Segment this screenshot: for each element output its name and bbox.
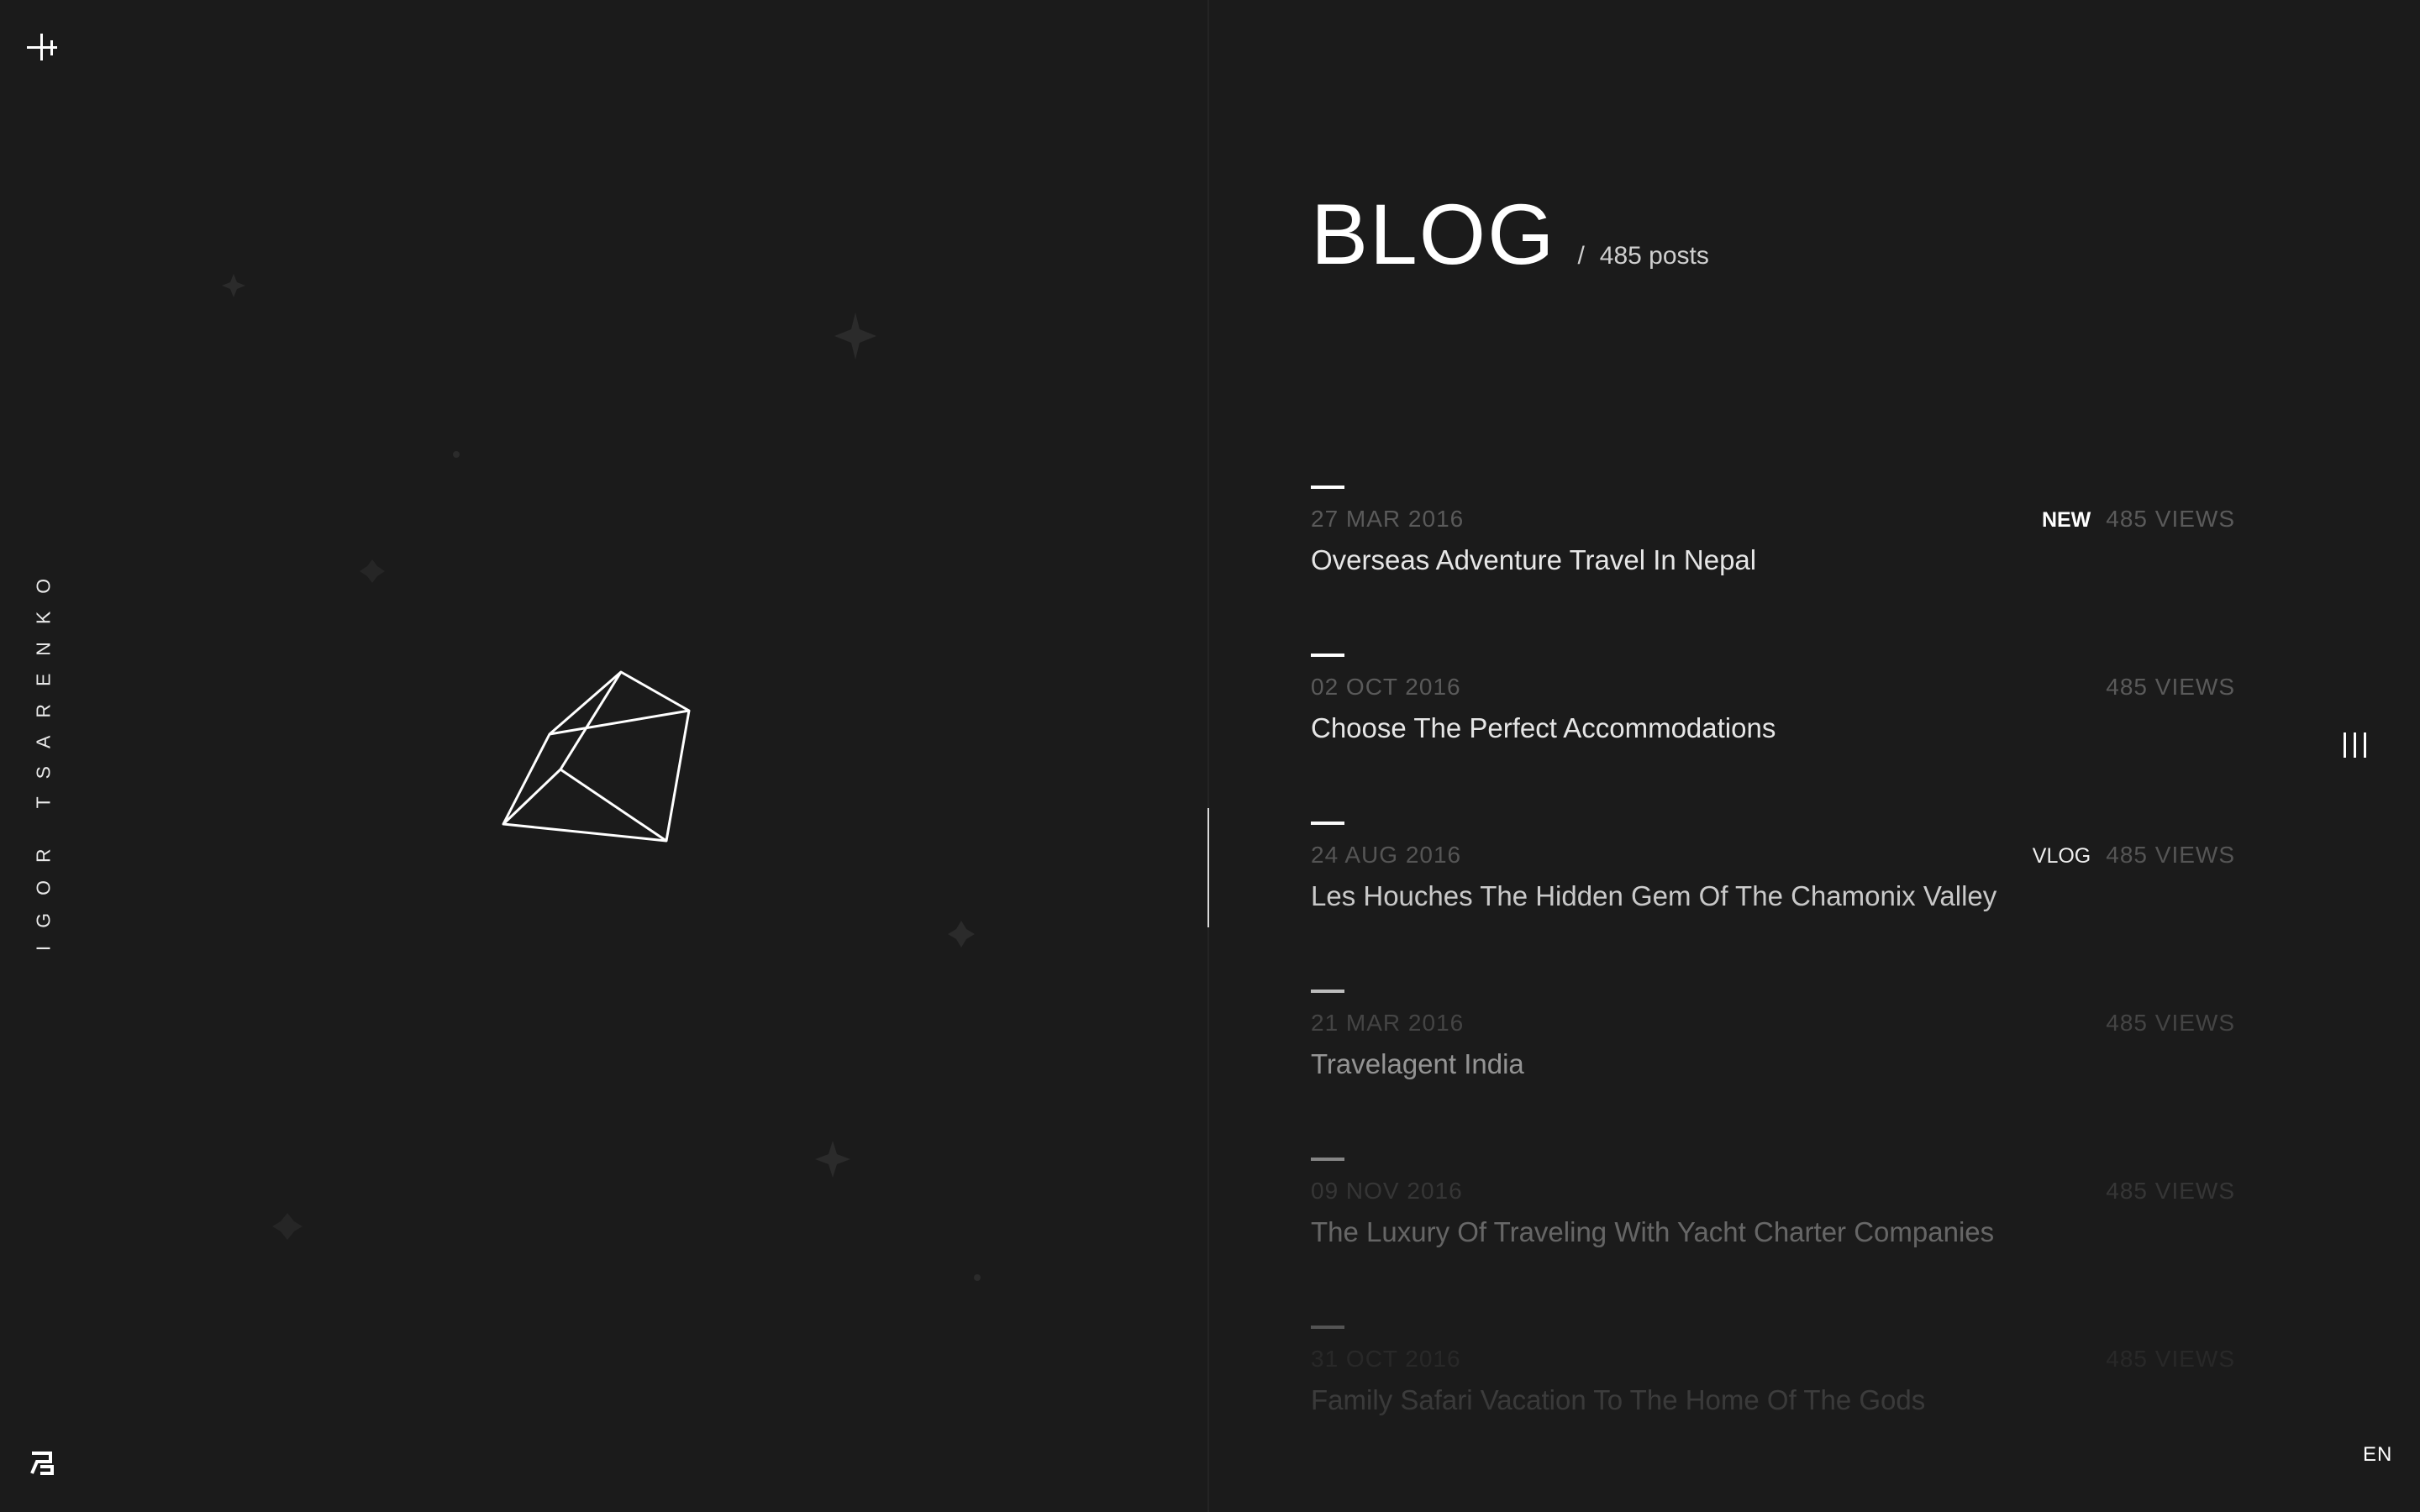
post-item[interactable]: 31 OCT 2016 485 VIEWS Family Safari Vaca… [1311,1326,2235,1494]
post-meta: 485 VIEWS [2106,1346,2235,1373]
post-meta: NEW 485 VIEWS [2042,506,2235,533]
post-dash [1311,1326,1344,1329]
post-item[interactable]: 21 MAR 2016 485 VIEWS Travelagent India [1311,990,2235,1158]
language-switcher[interactable]: EN [2363,1443,2392,1467]
post-views: 485 VIEWS [2106,1010,2235,1036]
title-separator: / [1577,242,1585,270]
post-dash [1311,822,1344,825]
post-item[interactable]: 09 NOV 2016 485 VIEWS The Luxury Of Trav… [1311,1158,2235,1326]
post-item[interactable]: 27 MAR 2016 NEW 485 VIEWS Overseas Adven… [1311,486,2235,654]
post-title-link[interactable]: The Luxury Of Traveling With Yacht Chart… [1311,1216,1994,1248]
post-date: 27 MAR 2016 [1311,506,1465,532]
post-item[interactable]: 02 OCT 2016 485 VIEWS Choose The Perfect… [1311,654,2235,822]
page-title: BLOG [1311,186,1556,282]
post-date: 02 OCT 2016 [1311,674,1461,700]
post-title-link[interactable]: Les Houches The Hidden Gem Of The Chamon… [1311,880,1996,912]
post-date: 31 OCT 2016 [1311,1346,1461,1372]
plus-icon[interactable] [25,30,59,64]
post-meta: 485 VIEWS [2106,674,2235,701]
polyhedron-icon [502,670,691,843]
post-dash [1311,486,1344,489]
post-views: 485 VIEWS [2106,1346,2235,1372]
menu-bars-icon[interactable] [2341,731,2370,759]
post-title-link[interactable]: Travelagent India [1311,1048,1524,1080]
post-list: 27 MAR 2016 NEW 485 VIEWS Overseas Adven… [1311,486,2235,1494]
post-views: 485 VIEWS [2106,842,2235,868]
post-date: 24 AUG 2016 [1311,842,1462,868]
post-views: 485 VIEWS [2106,1178,2235,1204]
blog-header: BLOG / 485 posts [1311,192,1709,277]
post-meta: 485 VIEWS [2106,1178,2235,1205]
author-name: IGOR TSARENKO [32,560,55,952]
post-tag: NEW [2041,508,2091,532]
logo-mark-icon[interactable] [29,1450,55,1477]
post-item[interactable]: 24 AUG 2016 VLOG 485 VIEWS Les Houches T… [1311,822,2235,990]
hero-panel: IGOR TSARENKO [0,0,1207,1512]
post-views: 485 VIEWS [2106,674,2235,700]
post-dash [1311,1158,1344,1161]
post-date: 09 NOV 2016 [1311,1178,1463,1204]
post-date: 21 MAR 2016 [1311,1010,1465,1036]
post-title-link[interactable]: Family Safari Vacation To The Home Of Th… [1311,1384,1925,1416]
post-title-link[interactable]: Choose The Perfect Accommodations [1311,712,1776,744]
post-meta: 485 VIEWS [2106,1010,2235,1037]
post-dash [1311,654,1344,657]
page: IGOR TSARENKO BLOG / 485 posts 27 MAR 20… [0,0,2420,1512]
post-meta: VLOG 485 VIEWS [2033,842,2235,869]
post-title-link[interactable]: Overseas Adventure Travel In Nepal [1311,544,1756,576]
post-views: 485 VIEWS [2106,506,2235,532]
post-dash [1311,990,1344,993]
post-count: 485 posts [1599,242,1709,270]
post-tag: VLOG [2032,844,2091,868]
